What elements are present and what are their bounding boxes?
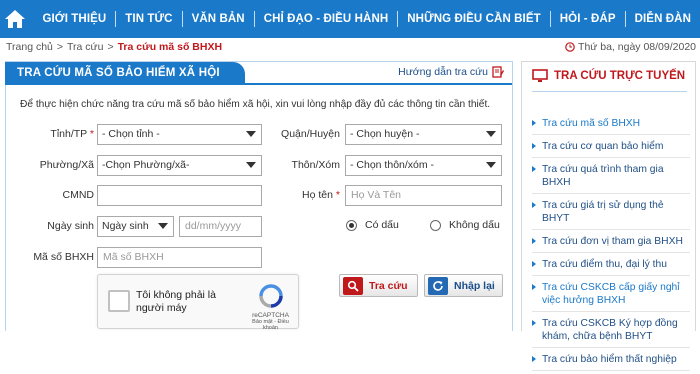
district-select[interactable]: - Chọn huyện - — [345, 124, 502, 145]
sidebar-item-that-nghiep[interactable]: Tra cứu bảo hiểm thất nghiệp — [532, 351, 690, 371]
name-label-text: Họ tên — [302, 189, 333, 201]
nav-item-chi-dao[interactable]: CHỈ ĐẠO - ĐIỀU HÀNH — [253, 11, 398, 27]
dob-type-value: Ngày sinh — [102, 220, 149, 232]
reset-button-label: Nhập lại — [454, 279, 495, 292]
radio-khong-dau[interactable]: Không dấu — [430, 219, 500, 231]
recaptcha-logo: reCAPTCHA Bảo mật - Điều khoản — [248, 283, 293, 331]
reset-button[interactable]: Nhập lại — [424, 274, 503, 297]
district-select-value: - Chọn huyện - — [350, 128, 420, 140]
dob-input[interactable]: dd/mm/yyyy — [179, 216, 262, 237]
name-label: Họ tên * — [270, 189, 340, 201]
guide-label: Hướng dẫn tra cứu — [398, 66, 488, 78]
nav-item-hoi-dap[interactable]: HỎI - ĐÁP — [549, 11, 625, 27]
sidebar-header: TRA CỨU TRỰC TUYẾN — [532, 69, 685, 83]
current-date: Thứ ba, ngày 08/09/2020 — [565, 41, 696, 53]
province-select[interactable]: - Chọn tỉnh - — [97, 124, 262, 145]
home-icon — [5, 10, 26, 28]
online-lookup-sidebar: TRA CỨU TRỰC TUYẾN Tra cứu mã số BHXH Tr… — [521, 61, 696, 371]
nav-item-dien-dan[interactable]: DIỄN ĐÀN — [624, 11, 700, 27]
sidebar-item-don-vi-tham-gia[interactable]: Tra cứu đơn vị tham gia BHXH — [532, 233, 690, 253]
sidebar-title: TRA CỨU TRỰC TUYẾN — [554, 70, 686, 82]
guide-link[interactable]: Hướng dẫn tra cứu — [398, 66, 504, 78]
refresh-icon — [433, 280, 443, 291]
search-button[interactable]: Tra cứu — [339, 274, 418, 297]
ward-select-value: -Chọn Phường/xã- — [102, 159, 190, 171]
sidebar-item-gia-tri-the-bhyt[interactable]: Tra cứu giá trị sử dụng thẻ BHYT — [532, 197, 690, 230]
intro-text: Để thực hiện chức năng tra cứu mã số bảo… — [20, 99, 491, 110]
recaptcha-icon — [258, 284, 283, 308]
search-icon — [347, 280, 359, 292]
recaptcha-widget: Tôi không phải là người máy reCAPTCHA Bả… — [97, 274, 299, 331]
chevron-down-icon — [486, 162, 496, 168]
province-label: Tỉnh/TP * — [20, 128, 94, 140]
sidebar-item-diem-thu[interactable]: Tra cứu điểm thu, đại lý thu — [532, 256, 690, 276]
sidebar-item-co-quan-bao-hiem[interactable]: Tra cứu cơ quan bảo hiểm — [532, 138, 690, 158]
panel-title: TRA CỨU MÃ SỐ BẢO HIỂM XÃ HỘI — [5, 62, 245, 85]
breadcrumb-home[interactable]: Trang chủ — [6, 41, 53, 53]
sidebar-item-ma-so-bhxh[interactable]: Tra cứu mã số BHXH — [532, 115, 690, 135]
nav-item-nhung-dieu-can-biet[interactable]: NHỮNG ĐIỀU CẦN BIẾT — [397, 11, 549, 27]
recaptcha-terms[interactable]: Bảo mật - Điều khoản — [248, 319, 293, 331]
dob-label: Ngày sinh — [47, 220, 94, 232]
cmnd-input[interactable] — [97, 185, 262, 206]
chevron-down-icon — [246, 162, 256, 168]
clock-icon — [565, 42, 575, 52]
radio-co-dau-label: Có dấu — [365, 219, 399, 231]
village-select[interactable]: - Chọn thôn/xóm - — [345, 155, 502, 176]
recaptcha-text: Tôi không phải là người máy — [136, 289, 216, 314]
recaptcha-checkbox[interactable] — [108, 290, 130, 312]
breadcrumb-parent[interactable]: Tra cứu — [67, 41, 103, 53]
sidebar-item-qua-trinh-tham-gia[interactable]: Tra cứu quá trình tham gia BHXH — [532, 161, 690, 194]
ward-select[interactable]: -Chọn Phường/xã- — [97, 155, 262, 176]
province-label-text: Tỉnh/TP — [50, 128, 87, 140]
sidebar-list: Tra cứu mã số BHXH Tra cứu cơ quan bảo h… — [532, 115, 690, 374]
search-button-label: Tra cứu — [369, 279, 408, 292]
radio-checked-icon — [346, 219, 357, 231]
chevron-down-icon — [158, 223, 168, 229]
date-text: Thứ ba, ngày 08/09/2020 — [578, 41, 696, 53]
cmnd-label: CMND — [62, 189, 95, 201]
district-label: Quận/Huyện — [281, 128, 340, 140]
radio-co-dau[interactable]: Có dấu — [346, 219, 399, 231]
top-nav: GIỚI THIỆU TIN TỨC VĂN BẢN CHỈ ĐẠO - ĐIỀ… — [0, 0, 700, 38]
breadcrumb: Trang chủ > Tra cứu > Tra cứu mã số BHXH — [6, 41, 223, 53]
search-icon-box — [343, 276, 363, 295]
sidebar-item-cskcb-giay-nghi[interactable]: Tra cứu CSKCB cấp giấy nghỉ việc hưởng B… — [532, 279, 690, 312]
village-label: Thôn/Xóm — [291, 159, 340, 171]
nav-item-gioi-thieu[interactable]: GIỚI THIỆU — [30, 11, 115, 27]
chevron-down-icon — [246, 131, 256, 137]
panel-header: TRA CỨU MÃ SỐ BẢO HIỂM XÃ HỘI Hướng dẫn … — [5, 62, 512, 85]
sidebar-divider — [532, 91, 687, 92]
required-mark: * — [89, 128, 94, 140]
radio-khong-dau-label: Không dấu — [449, 219, 500, 231]
required-mark: * — [335, 189, 340, 201]
ward-label: Phường/Xã — [39, 159, 94, 171]
sidebar-item-cskcb-hop-dong[interactable]: Tra cứu CSKCB Ký hợp đồng khám, chữa bện… — [532, 315, 690, 348]
monitor-icon — [532, 69, 548, 82]
province-select-value: - Chọn tỉnh - — [102, 128, 160, 140]
recaptcha-brand: reCAPTCHA — [252, 312, 289, 319]
guide-document-icon — [492, 66, 504, 78]
dob-type-select[interactable]: Ngày sinh — [97, 216, 174, 237]
breadcrumb-current: Tra cứu mã số BHXH — [117, 41, 223, 53]
refresh-icon-box — [428, 276, 448, 295]
home-button[interactable] — [0, 0, 30, 38]
nav-item-tin-tuc[interactable]: TIN TỨC — [115, 11, 181, 27]
village-select-value: - Chọn thôn/xóm - — [350, 159, 435, 171]
bhxh-input[interactable]: Mã số BHXH — [97, 247, 262, 268]
bhxh-label: Mã số BHXH — [33, 251, 94, 263]
chevron-down-icon — [486, 131, 496, 137]
radio-unchecked-icon — [430, 219, 441, 231]
nav-item-van-ban[interactable]: VĂN BẢN — [181, 11, 254, 27]
name-input[interactable]: Họ Và Tên — [345, 185, 502, 206]
